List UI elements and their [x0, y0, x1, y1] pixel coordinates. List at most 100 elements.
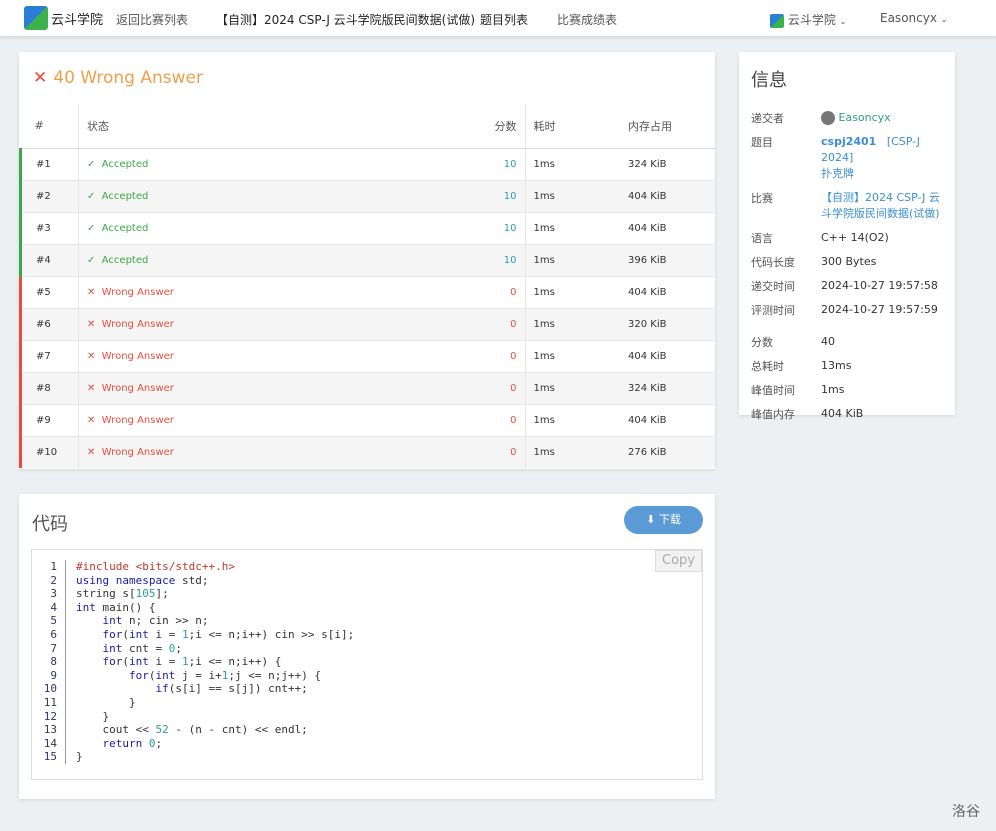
label: 代码长度	[751, 256, 795, 269]
cross-icon: ✕	[87, 286, 96, 298]
logo-icon	[24, 6, 48, 30]
label: 题目	[751, 136, 773, 149]
case-status: Wrong Answer	[101, 318, 174, 330]
result-card: ✕ 40 Wrong Answer # 状态 分数 耗时 内存占用 #1 ✓ Ac…	[19, 52, 715, 469]
col-status: 状态	[78, 104, 455, 149]
case-time: 1ms	[525, 243, 620, 276]
label: 峰值内存	[751, 408, 795, 421]
case-index: #2	[19, 179, 79, 212]
info-title: 信息	[751, 70, 787, 91]
testcase-row[interactable]: #9 ✕ Wrong Answer 0 1ms 404 KiB	[19, 403, 715, 436]
value: 13ms	[821, 359, 852, 372]
submitter-link[interactable]: Easoncyx	[839, 111, 891, 124]
testcase-row[interactable]: #4 ✓ Accepted 10 1ms 396 KiB	[19, 243, 715, 276]
chevron-down-icon: ⌄	[940, 15, 948, 24]
testcase-row[interactable]: #2 ✓ Accepted 10 1ms 404 KiB	[19, 179, 715, 212]
case-score: 0	[455, 435, 526, 468]
testcase-row[interactable]: #1 ✓ Accepted 10 1ms 324 KiB	[19, 147, 715, 180]
site-menu[interactable]: 云斗学院 ⌄	[770, 11, 846, 28]
case-time: 1ms	[525, 435, 620, 468]
info-contest: 比赛 【自测】2024 CSP-J 云斗学院版民间数据(试做)	[751, 190, 943, 222]
case-time: 1ms	[525, 403, 620, 436]
case-status: Accepted	[101, 190, 149, 202]
case-score: 0	[455, 339, 526, 372]
testcase-row[interactable]: #3 ✓ Accepted 10 1ms 404 KiB	[19, 211, 715, 244]
col-index: #	[20, 104, 79, 149]
info-length: 代码长度 300 Bytes	[751, 254, 943, 270]
contest-link[interactable]: 【自测】2024 CSP-J 云斗学院版民间数据(试做)	[821, 191, 940, 220]
code-block[interactable]: Copy 1 2 3 4 5 6 7 8 9 10 11 12 13 14 15…	[31, 549, 703, 780]
testcase-row[interactable]: #7 ✕ Wrong Answer 0 1ms 404 KiB	[19, 339, 715, 372]
case-score: 0	[455, 307, 526, 340]
case-index: #8	[19, 371, 79, 404]
case-status: Accepted	[101, 254, 149, 266]
close-icon: ✕	[33, 68, 48, 88]
case-score: 10	[455, 211, 526, 244]
case-status: Accepted	[101, 158, 149, 170]
user-menu[interactable]: Easoncyx ⌄	[880, 11, 947, 25]
problem-id-link[interactable]: cspj2401	[821, 135, 876, 148]
col-score: 分数	[455, 104, 526, 149]
problem-name-link[interactable]: 扑克牌	[821, 167, 854, 180]
col-memory: 内存占用	[620, 104, 715, 149]
info-judge-time: 评测时间 2024-10-27 19:57:59	[751, 302, 943, 318]
info-submit-time: 递交时间 2024-10-27 19:57:58	[751, 278, 943, 294]
top-nav: 云斗学院 返回比赛列表 【自测】2024 CSP-J 云斗学院版民间数据(试做)…	[0, 0, 996, 37]
case-memory: 324 KiB	[620, 147, 715, 180]
label: 递交时间	[751, 280, 795, 293]
case-status: Wrong Answer	[101, 286, 174, 298]
label: 递交者	[751, 112, 784, 125]
user-name: Easoncyx	[880, 11, 937, 25]
result-header: ✕ 40 Wrong Answer	[19, 52, 715, 104]
cross-icon: ✕	[87, 446, 96, 458]
line-numbers: 1 2 3 4 5 6 7 8 9 10 11 12 13 14 15	[32, 560, 66, 764]
value: C++ 14(O2)	[821, 231, 889, 244]
contest-link[interactable]: 【自测】2024 CSP-J 云斗学院版民间数据(试做)	[216, 11, 475, 28]
testcase-row[interactable]: #10 ✕ Wrong Answer 0 1ms 276 KiB	[19, 435, 715, 468]
cross-icon: ✕	[87, 318, 96, 330]
cross-icon: ✕	[87, 382, 96, 394]
code-title: 代码	[32, 514, 68, 535]
copy-button[interactable]: Copy	[655, 550, 702, 572]
case-time: 1ms	[525, 339, 620, 372]
case-status: Wrong Answer	[101, 382, 174, 394]
download-button[interactable]: ⬇ 下载	[624, 506, 703, 534]
case-memory: 404 KiB	[620, 275, 715, 308]
label: 峰值时间	[751, 384, 795, 397]
logo-text: 云斗学院	[51, 12, 104, 28]
code-card: 代码 ⬇ 下载 Copy 1 2 3 4 5 6 7 8 9 10 11 12 …	[19, 494, 715, 799]
info-problem: 题目 cspj2401 [CSP-J 2024] 扑克牌	[751, 134, 943, 182]
testcase-row[interactable]: #5 ✕ Wrong Answer 0 1ms 404 KiB	[19, 275, 715, 308]
case-time: 1ms	[525, 211, 620, 244]
case-index: #10	[19, 435, 79, 468]
case-index: #9	[19, 403, 79, 436]
value: 1ms	[821, 383, 845, 396]
check-icon: ✓	[87, 254, 96, 266]
site-icon	[770, 13, 784, 28]
label: 总耗时	[751, 360, 784, 373]
value: 404 KiB	[821, 407, 864, 420]
case-status: Wrong Answer	[101, 414, 174, 426]
problems-link[interactable]: 题目列表	[480, 11, 528, 28]
case-index: #1	[19, 147, 79, 180]
avatar	[821, 111, 835, 125]
site-logo[interactable]: 云斗学院	[24, 6, 103, 30]
check-icon: ✓	[87, 222, 96, 234]
case-memory: 404 KiB	[620, 211, 715, 244]
info-score: 分数 40	[751, 334, 943, 350]
testcase-row[interactable]: #6 ✕ Wrong Answer 0 1ms 320 KiB	[19, 307, 715, 340]
info-lang: 语言 C++ 14(O2)	[751, 230, 943, 246]
info-submitter: 递交者 Easoncyx	[751, 110, 943, 126]
case-score: 0	[455, 371, 526, 404]
case-score: 0	[455, 275, 526, 308]
case-score: 10	[455, 243, 526, 276]
case-score: 0	[455, 403, 526, 436]
ranking-link[interactable]: 比赛成绩表	[557, 11, 617, 28]
case-memory: 324 KiB	[620, 371, 715, 404]
value: 300 Bytes	[821, 255, 877, 268]
back-to-contests-link[interactable]: 返回比赛列表	[116, 11, 188, 28]
case-index: #3	[19, 211, 79, 244]
testcase-row[interactable]: #8 ✕ Wrong Answer 0 1ms 324 KiB	[19, 371, 715, 404]
download-label: 下载	[658, 513, 681, 526]
site-name: 云斗学院	[787, 13, 836, 27]
